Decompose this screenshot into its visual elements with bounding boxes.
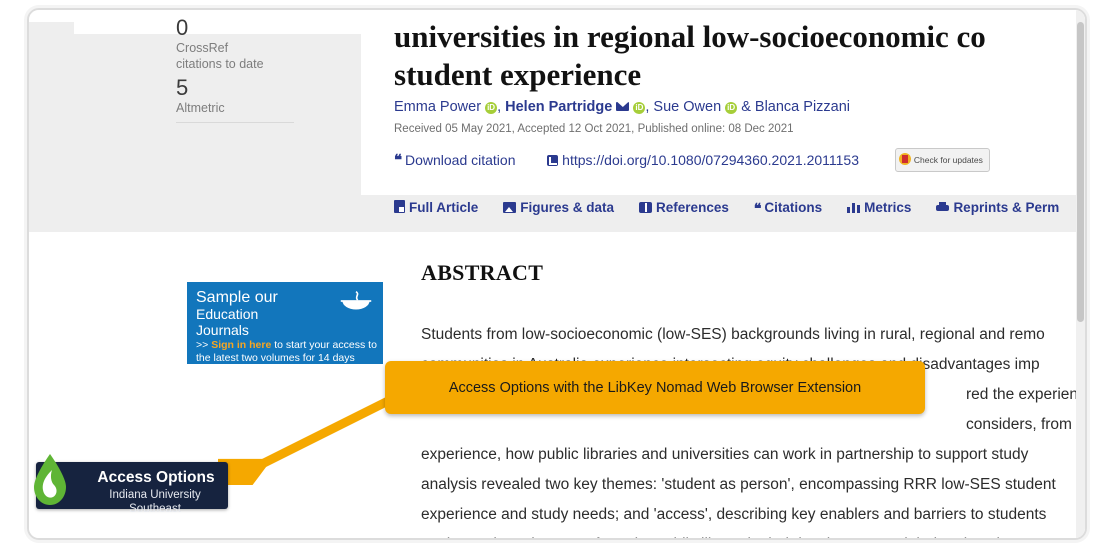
tab-label: Citations xyxy=(764,200,823,215)
tab-citations[interactable]: ❝ Citations xyxy=(754,200,822,217)
page-scrollbar-thumb[interactable] xyxy=(1077,22,1084,322)
book-icon xyxy=(639,202,653,213)
author-link-1[interactable]: Emma Power xyxy=(394,99,481,115)
check-for-updates-badge[interactable]: Check for updates xyxy=(894,148,990,172)
libkey-droplet-icon xyxy=(34,454,66,505)
ad-line-3: Journals xyxy=(196,322,249,338)
email-icon[interactable] xyxy=(616,102,630,111)
abstract-body: Students from low-socioeconomic (low-SES… xyxy=(421,320,1085,538)
tab-label: Metrics xyxy=(864,200,912,215)
check-for-updates-label: Check for updates xyxy=(913,155,983,165)
libkey-callout-tooltip: Access Options with the LibKey Nomad Web… xyxy=(385,361,925,414)
page-viewport: 0 CrossRef citations to date 5 Altmetric… xyxy=(29,10,1085,538)
tab-references[interactable]: References xyxy=(639,200,729,215)
author-link-4[interactable]: Blanca Pizzani xyxy=(755,99,850,115)
tab-metrics[interactable]: Metrics xyxy=(847,200,911,215)
education-journals-ad[interactable]: Sample our Education Journals >> Sign in… xyxy=(187,282,383,364)
citation-doi-row: ❝ Download citation https://doi.org/10.1… xyxy=(394,148,1085,172)
article-title-line2: student experience xyxy=(394,57,642,92)
abstract-line: considers, from xyxy=(966,416,1072,433)
abstract-line: study needs and support from the public … xyxy=(421,530,1085,538)
printer-icon xyxy=(936,202,950,213)
download-citation-link[interactable]: Download citation xyxy=(405,152,516,168)
orcid-icon[interactable]: iD xyxy=(725,102,738,114)
external-link-icon xyxy=(547,155,559,166)
tab-full-article[interactable]: Full Article xyxy=(394,200,478,215)
tab-figures-data[interactable]: Figures & data xyxy=(503,200,614,215)
tab-reprints-permissions[interactable]: Reprints & Perm xyxy=(936,200,1059,215)
crossref-label-line1: CrossRef xyxy=(176,41,229,55)
ad-cta-prefix: >> xyxy=(196,339,212,351)
tab-label: References xyxy=(656,200,729,215)
abstract-line: experience and study needs; and 'access'… xyxy=(421,506,1047,523)
journal-logo-icon xyxy=(340,290,372,310)
article-title-line1: universities in regional low-socioeconom… xyxy=(394,19,986,54)
bar-chart-icon xyxy=(847,202,861,213)
metrics-column: 0 CrossRef citations to date 5 Altmetric xyxy=(176,16,326,123)
image-icon xyxy=(503,202,517,213)
doi-link[interactable]: https://doi.org/10.1080/07294360.2021.20… xyxy=(562,152,859,168)
ad-signin-link[interactable]: Sign in here xyxy=(211,339,271,351)
access-options-subtitle: Indiana University Southeast xyxy=(109,489,201,515)
callout-arrow xyxy=(218,393,397,485)
access-options-title: Access Options xyxy=(97,469,215,486)
screenshot-root: 0 CrossRef citations to date 5 Altmetric… xyxy=(0,0,1093,546)
callout-text: Access Options with the LibKey Nomad Web… xyxy=(448,379,862,396)
orcid-icon[interactable]: iD xyxy=(633,102,646,114)
metrics-divider xyxy=(176,122,294,123)
orcid-icon[interactable]: iD xyxy=(485,102,498,114)
article-header: universities in regional low-socioeconom… xyxy=(394,18,1085,172)
article-tabs: Full Article Figures & data References ❝ Cit… xyxy=(394,200,1085,217)
publication-dates: Received 05 May 2021, Accepted 12 Oct 20… xyxy=(394,123,794,135)
abstract-heading: ABSTRACT xyxy=(421,260,544,285)
altmetric-count: 5 xyxy=(176,75,189,100)
abstract-line: Students from low-socioeconomic (low-SES… xyxy=(421,326,1045,343)
tab-label: Reprints & Perm xyxy=(953,200,1060,215)
author-list: Emma Power iD, Helen Partridge iD, Sue O… xyxy=(394,98,1085,117)
abstract-line: experience, how public libraries and uni… xyxy=(421,446,1029,463)
abstract-line: analysis revealed two key themes: 'stude… xyxy=(421,476,1056,493)
tab-label: Figures & data xyxy=(520,200,615,215)
browser-frame: 0 CrossRef citations to date 5 Altmetric… xyxy=(27,8,1087,540)
page-scrollbar-track[interactable] xyxy=(1076,10,1085,538)
ad-line-1: Sample our xyxy=(196,289,278,306)
quote-icon: ❝ xyxy=(753,200,761,216)
author-link-3[interactable]: Sue Owen xyxy=(653,99,721,115)
author-sep-3: & xyxy=(737,99,755,115)
quote-icon: ❝ xyxy=(394,152,402,169)
crossref-label-line2: citations to date xyxy=(176,57,264,71)
ad-call-to-action: >> Sign in here to start your access to … xyxy=(196,339,378,364)
author-sep-1: , xyxy=(497,99,506,115)
crossmark-icon xyxy=(898,153,911,165)
tab-label: Full Article xyxy=(409,200,479,215)
document-icon xyxy=(394,200,405,213)
author-link-2[interactable]: Helen Partridge xyxy=(505,99,612,115)
ad-line-2: Education xyxy=(196,306,259,322)
crossref-count: 0 xyxy=(176,15,189,40)
altmetric-label: Altmetric xyxy=(176,101,225,115)
